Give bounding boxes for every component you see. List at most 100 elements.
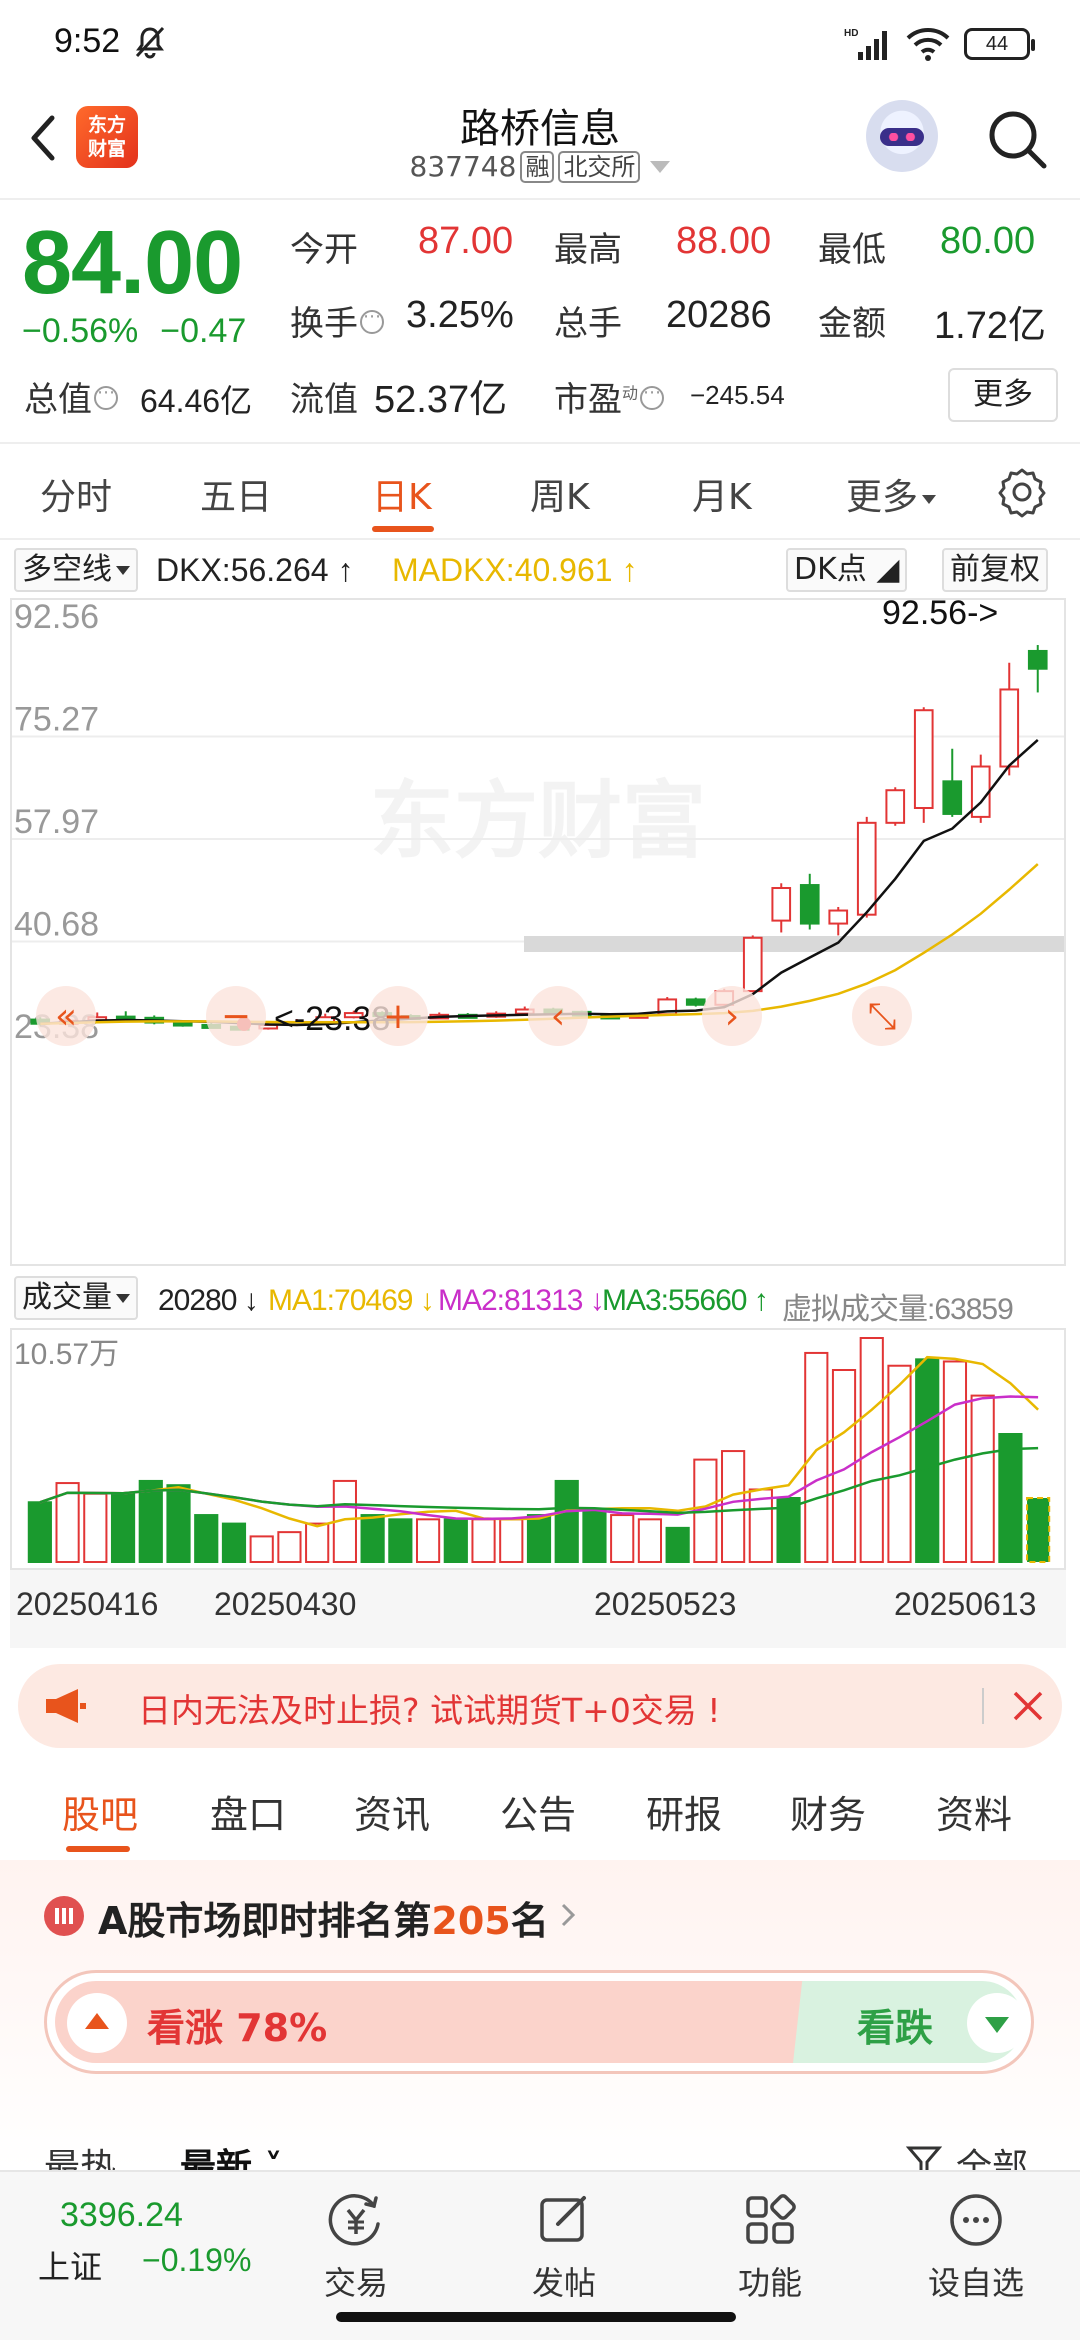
- candle-body: [942, 780, 963, 815]
- volume-chart[interactable]: 10.57万: [10, 1328, 1066, 1570]
- nav-functions[interactable]: 功能: [700, 2190, 840, 2310]
- volume-svg[interactable]: 10.57万: [12, 1330, 1064, 1568]
- tab-order-book[interactable]: 盘口: [210, 1784, 286, 1839]
- vote-bearish-button[interactable]: [967, 1993, 1027, 2053]
- home-indicator[interactable]: [336, 2312, 736, 2322]
- status-time: 9:52: [54, 22, 121, 60]
- float-value: 52.37亿: [374, 379, 508, 421]
- pe-label[interactable]: 市盈动: [554, 372, 665, 421]
- ma3-value: MA3:55660 ↑: [602, 1284, 769, 1317]
- chevron-right-icon: [561, 1903, 576, 1927]
- volume-bar: [610, 1514, 635, 1563]
- nav-add-watchlist[interactable]: 设自选: [906, 2190, 1046, 2310]
- divider: [982, 1688, 984, 1724]
- volume-bar: [415, 1518, 441, 1563]
- y-axis-label: 40.68: [14, 905, 99, 943]
- candle-body: [685, 998, 706, 1006]
- volume-label: 总手: [554, 304, 622, 344]
- bull-bear-vote-bar: 看涨 78% 看跌: [44, 1970, 1034, 2074]
- turnover-label[interactable]: 换手: [290, 296, 384, 345]
- tab-profile[interactable]: 资料: [936, 1784, 1012, 1839]
- kline-chart[interactable]: 东方财富92.5675.2757.9740.6823.3892.56-><-23…: [10, 594, 1066, 1266]
- gear-icon[interactable]: [996, 466, 1048, 518]
- close-icon[interactable]: [1010, 1688, 1046, 1724]
- megaphone-icon: [46, 1689, 86, 1723]
- volume-bar: [138, 1479, 163, 1563]
- sort-hot[interactable]: 最热: [44, 2138, 116, 2170]
- high-value: 88.00: [676, 220, 772, 262]
- volume-bar: [360, 1514, 385, 1563]
- zoom-in-icon: +: [383, 996, 413, 1037]
- change-amount: −0.47: [160, 312, 247, 350]
- signal-icon: HD: [844, 28, 887, 60]
- max-price-marker: 92.56->: [882, 600, 998, 632]
- active-tab-underline: [372, 526, 434, 532]
- date-label: 20250613: [894, 1586, 1037, 1622]
- date-label: 20250416: [16, 1586, 159, 1622]
- tab-news[interactable]: 资讯: [354, 1784, 430, 1839]
- dkx-value: DKX:56.264 ↑: [156, 552, 354, 588]
- more-quote-button[interactable]: 更多: [948, 368, 1058, 422]
- tab-research[interactable]: 研报: [646, 1784, 722, 1839]
- market-rank[interactable]: A股市场即时排名第205名: [98, 1890, 549, 1945]
- nav-post[interactable]: 发帖: [494, 2190, 634, 2310]
- virtual-volume: 虚拟成交量:63859: [782, 1293, 1014, 1326]
- info-circle-icon: [640, 382, 665, 410]
- tab-financials[interactable]: 财务: [790, 1784, 866, 1839]
- candle-body: [771, 887, 792, 922]
- volume-bar: [249, 1535, 274, 1563]
- tab-intraday[interactable]: 分时: [40, 468, 112, 520]
- kline-svg[interactable]: 东方财富92.5675.2757.9740.6823.3892.56-><-23…: [12, 594, 1064, 1264]
- tab-five-day[interactable]: 五日: [200, 468, 272, 520]
- tab-daily-k[interactable]: 日K: [372, 468, 432, 520]
- volume-selector[interactable]: 成交量: [14, 1276, 138, 1320]
- indicator-selector[interactable]: 多空线: [14, 548, 138, 592]
- bearish-label: 看跌: [857, 2006, 934, 2050]
- caret-down-icon: [650, 160, 671, 173]
- price-adjust-button[interactable]: 前复权: [942, 548, 1048, 592]
- index-change: −0.19%: [142, 2242, 252, 2278]
- caret-down-icon: [922, 494, 937, 504]
- tab-weekly-k[interactable]: 周K: [530, 468, 590, 520]
- sort-latest[interactable]: 最新 ˅: [180, 2138, 283, 2170]
- futures-ad-banner[interactable]: 日内无法及时止损? 试试期货T+0交易 !: [18, 1664, 1062, 1748]
- triangle-up-icon: [85, 2013, 109, 2029]
- tab-more[interactable]: 更多: [846, 468, 937, 520]
- margin-tag: 融: [520, 150, 555, 183]
- status-indicators: HD 44: [844, 24, 1035, 64]
- tab-monthly-k[interactable]: 月K: [692, 468, 752, 520]
- volume-indicator-row: 成交量 20280 ↓ MA1:70469 ↓ MA2:81313 ↓ MA3:…: [0, 1274, 1080, 1326]
- low-label: 最低: [818, 230, 886, 270]
- candle-body: [1027, 649, 1048, 670]
- grid-icon: [746, 2194, 796, 2244]
- tab-announcements[interactable]: 公告: [500, 1784, 576, 1839]
- filter-icon[interactable]: [906, 2144, 942, 2170]
- caret-down-icon: [116, 566, 130, 575]
- float-label: 流值: [290, 380, 358, 420]
- tab-forum[interactable]: 股吧: [62, 1784, 138, 1839]
- mktcap-label[interactable]: 总值: [24, 372, 118, 421]
- candle-body: [828, 909, 849, 925]
- open-value: 87.00: [418, 220, 514, 262]
- volume-bar: [388, 1518, 413, 1563]
- sentiment-section: A股市场即时排名第205名 看涨 78% 看跌: [0, 1860, 1080, 2170]
- expand-icon: ⤡: [868, 996, 897, 1037]
- ad-text: 日内无法及时止损? 试试期货T+0交易 !: [138, 1691, 721, 1730]
- info-circle-icon: [360, 306, 384, 334]
- dk-point-button[interactable]: DK点 ◢: [786, 548, 908, 592]
- amount-value: 1.72亿: [934, 305, 1046, 347]
- zoom-out-icon: −: [221, 996, 251, 1037]
- volume-bar: [471, 1518, 496, 1563]
- search-icon[interactable]: [982, 104, 1052, 174]
- candle-body: [799, 884, 820, 925]
- ai-assistant-avatar[interactable]: [866, 100, 938, 172]
- last-price: 84.00: [22, 213, 243, 313]
- filter-all[interactable]: 全部: [956, 2138, 1028, 2170]
- volume-bar: [27, 1501, 52, 1563]
- vote-bullish-button[interactable]: [67, 1993, 127, 2053]
- step-left-icon: ‹: [551, 996, 565, 1037]
- high-label: 最高: [554, 230, 622, 270]
- nav-trade[interactable]: 交易: [286, 2190, 426, 2310]
- volume-bar: [166, 1484, 191, 1563]
- battery-indicator: 44: [964, 28, 1035, 60]
